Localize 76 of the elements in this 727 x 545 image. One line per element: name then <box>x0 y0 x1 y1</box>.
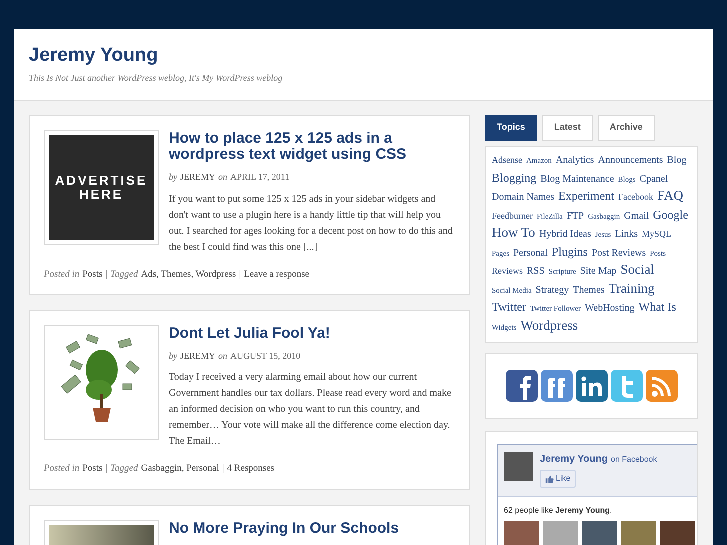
fans-text: 62 people like Jeremy Young. <box>504 505 612 517</box>
tag-link[interactable]: Post Reviews <box>592 248 646 258</box>
site-tagline: This Is Not Just another WordPress weblog, It's My WordPress weblog <box>29 72 284 85</box>
tag-link[interactable]: Google <box>653 208 688 222</box>
post-date: APRIL 17, 2011 <box>230 171 290 184</box>
separator: | <box>106 268 108 282</box>
category-link[interactable]: Posts <box>82 268 103 282</box>
tag-link[interactable]: Personal <box>514 248 548 258</box>
tagged-label: Tagged <box>110 463 138 476</box>
tag-link[interactable]: Feedburner <box>492 210 533 220</box>
site-title[interactable]: Jeremy Young <box>29 45 698 67</box>
tag-link[interactable]: Cpanel <box>640 174 668 184</box>
tag-link[interactable]: Blog Maintenance <box>540 174 614 184</box>
tag-link[interactable]: Themes <box>573 284 605 296</box>
post-date: AUGUST 15, 2010 <box>230 350 301 363</box>
tag-link[interactable]: Facebook <box>618 192 654 202</box>
tag-link[interactable]: Experiment <box>558 189 614 203</box>
byline-label: by <box>169 350 178 363</box>
tag-link[interactable]: Blog <box>667 155 687 166</box>
post-tags[interactable]: Ads, Themes, Wordpress <box>141 268 236 282</box>
separator: | <box>239 268 242 282</box>
tag-link[interactable]: FAQ <box>657 188 684 203</box>
tag-link[interactable]: Reviews <box>492 266 523 276</box>
post-title[interactable]: Dont Let Julia Fool Ya! <box>169 326 455 342</box>
tag-link[interactable]: WebHosting <box>585 303 635 314</box>
post-title[interactable]: How to place 125 x 125 ads in a wordpress text widget using CSS <box>169 131 455 163</box>
tag-link[interactable]: Hybrid Ideas <box>539 229 592 240</box>
separator: | <box>106 463 108 476</box>
tag-link[interactable]: Adsense <box>492 155 522 165</box>
posted-in-label: Posted in <box>44 463 80 476</box>
sidebar-tab[interactable]: Topics <box>485 115 538 141</box>
tag-link[interactable]: Site Map <box>580 266 617 277</box>
comments-link[interactable]: Leave a response <box>244 268 310 282</box>
tag-link[interactable]: What Is <box>638 300 676 314</box>
separator: | <box>222 463 224 476</box>
linkedin-icon[interactable] <box>576 370 608 402</box>
post-title[interactable]: No More Praying In Our Schools <box>169 520 455 536</box>
tag-link[interactable]: Plugins <box>552 244 588 258</box>
tag-link[interactable]: Strategy <box>536 284 570 296</box>
tag-link[interactable]: Wordpress <box>520 318 578 332</box>
date-label: on <box>218 171 228 184</box>
page-name-link[interactable]: Jeremy Young <box>540 452 608 467</box>
sidebar-tab[interactable]: Latest <box>542 115 593 141</box>
tag-link[interactable]: RSS <box>527 266 545 277</box>
facebook-icon[interactable] <box>506 370 538 402</box>
category-link[interactable]: Posts <box>82 462 103 476</box>
double-f-icon[interactable] <box>540 370 572 402</box>
date-label: on <box>218 350 228 363</box>
tag-link[interactable]: Links <box>615 229 638 240</box>
posted-in-label: Posted in <box>44 268 80 282</box>
advertise-here-graphic: ADVERTISE HERE <box>49 135 154 240</box>
tag-link[interactable]: Analytics <box>556 155 594 166</box>
comments-link[interactable]: 4 Responses <box>227 462 275 476</box>
tag-link[interactable]: Gmail <box>624 210 650 222</box>
post-author[interactable]: JEREMY <box>180 350 216 364</box>
profile-photo-placeholder <box>504 452 533 481</box>
post-tags[interactable]: Gasbaggin, Personal <box>141 462 220 476</box>
byline-label: by <box>169 171 178 184</box>
tag-link[interactable]: MySQL <box>642 229 672 239</box>
tag-link[interactable]: Announcements <box>598 155 664 166</box>
on-facebook-text: on Facebook <box>611 454 658 466</box>
tag-link[interactable]: FTP <box>566 210 584 222</box>
like-button[interactable]: Like <box>540 470 576 488</box>
rss-icon[interactable] <box>646 370 678 402</box>
post-excerpt: Today I received a very alarming email about how our current Government handles our tax dollars. Please read every word and make an informed decision on who you want to run this country, and remember… Your vote will make all the difference come election day. The Email… <box>169 371 452 450</box>
tag-link[interactable]: How To <box>492 225 536 240</box>
tag-link[interactable]: Social <box>620 262 654 277</box>
thumbs-up-icon <box>545 474 554 484</box>
tagged-label: Tagged <box>110 268 138 282</box>
tag-link[interactable]: Training <box>608 280 655 296</box>
post-author[interactable]: JEREMY <box>180 171 216 184</box>
tag-link[interactable]: Twitter <box>492 300 526 314</box>
tag-link[interactable]: Domain Names <box>492 192 554 203</box>
sidebar-tab[interactable]: Archive <box>598 115 655 141</box>
post-excerpt: If you want to put some 125 x 125 ads in your sidebar widgets and don't want to use a plugin here is a handy little tip that will help you out. I searched for ages looking for a decent post on how to do this and the best I could find was this one [...] <box>169 192 454 254</box>
tag-link[interactable]: Blogging <box>492 170 537 184</box>
